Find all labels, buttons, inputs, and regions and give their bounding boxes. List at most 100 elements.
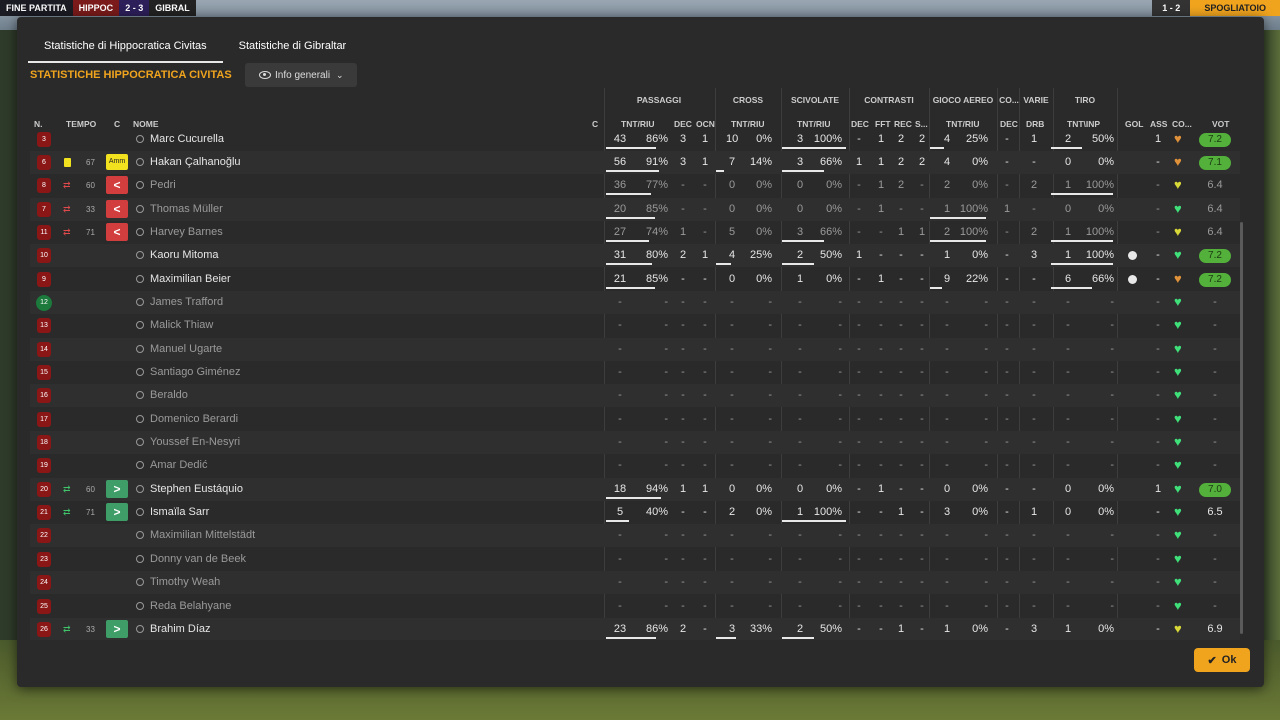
table-row[interactable]: 13 Malick Thiaw - - - - - - - - - - - - - - - - - - - ♥ - [30,314,1240,337]
table-row[interactable]: 18 Youssef En-Nesyri - - - - - - - - - - - - - - - - - - - ♥ - [30,431,1240,455]
sub-in-button[interactable]: > [106,503,128,522]
headers-won: - [984,366,988,378]
condition-heart-icon: ♥ [1174,364,1182,379]
player-name[interactable]: Ismaïla Sarr [150,501,209,524]
sub-out-button[interactable]: < [106,199,128,218]
player-name[interactable]: Youssef En-Nesyri [150,431,240,454]
cross-attempts: - [730,389,734,402]
column-header-c[interactable]: C [114,119,120,129]
key-passes: - [681,295,685,308]
player-name[interactable]: Timothy Weah [150,571,220,594]
chances-created: - [703,459,707,472]
shirt-number-badge: 19 [37,458,51,474]
column-header-con-fft[interactable]: FFT [875,119,891,129]
column-header-con-s[interactable]: S... [915,119,928,129]
table-row[interactable]: 7 ⇄ <33 Thomas Müller 20 85% - -0 0% 0 0% -1- -1 100%… [30,197,1240,221]
column-header-pass-dec[interactable]: DEC [674,119,692,129]
table-row[interactable]: 12 James Trafford - - - - - - - - - - - - - - - - - - - ♥ - [30,290,1240,314]
view-dropdown[interactable]: Info generali ⌄ [245,63,357,87]
table-row[interactable]: 20 ⇄ >60 Stephen Eustáquio 18 94% 1 1 0 0% 0 0% -1- -… [30,477,1240,501]
column-header-aereo-tnt[interactable]: TNT/RIU [946,119,980,129]
tab-home-stats[interactable]: Statistiche di Hippocratica Civitas [28,34,223,63]
column-header-con-rec[interactable]: REC [894,119,912,129]
table-row[interactable]: 15 Santiago Giménez - - - - - - - - - - - - - - - - - - - ♥ - [30,361,1240,384]
column-header-nome[interactable]: NOME [133,119,159,129]
ok-button[interactable]: ✔ Ok [1194,648,1250,672]
table-row[interactable]: 3 Marc Cucurella 43 86% 3 1 10 0% 3 100% -1 2 2 4 25% -… [30,130,1240,151]
column-header-co-dec[interactable]: DEC [1000,119,1018,129]
column-header-sciv-tnt[interactable]: TNT/RIU [797,119,831,129]
player-name[interactable]: Domenico Berardi [150,408,238,431]
table-row[interactable]: 16 Beraldo - - - - - - - - - - - - - - - - - - - ♥ - [30,384,1240,408]
dressing-room-button[interactable]: SPOGLIATOIO [1190,0,1280,16]
tab-away-stats[interactable]: Statistiche di Gibraltar [223,34,363,63]
column-header-tiro-tnt[interactable]: TNT\INP [1067,119,1100,129]
table-row[interactable]: 25 Reda Belahyane - - - - - - - - - - - - - - - - - - - ♥ - [30,595,1240,618]
table-row[interactable]: 6 Amm 67 Hakan Çalhanoğlu 56 91% 3 1 7 14% 3 66% 1 1 2… [30,150,1240,174]
player-name[interactable]: Hakan Çalhanoğlu [150,151,241,174]
table-row[interactable]: 10 Kaoru Mitoma 31 80% 2 1 4 25% 2 50% 1- - -1 0% -3 1 1… [30,244,1240,268]
player-name[interactable]: Beraldo [150,384,188,407]
sub-out-button[interactable]: < [106,176,128,195]
player-name[interactable]: Maximilian Beier [150,268,231,291]
player-name[interactable]: Donny van de Beek [150,548,246,571]
column-header-gol[interactable]: GOL [1125,119,1143,129]
tackle-attempts: - [798,436,802,449]
player-name[interactable]: Santiago Giménez [150,361,241,384]
column-header-con-dec[interactable]: DEC [851,119,869,129]
player-name[interactable]: James Trafford [150,291,223,314]
pass-attempts: - [618,319,622,332]
pass-completion-bar [606,263,652,266]
player-name[interactable]: Stephen Eustáquio [150,478,243,501]
table-row[interactable]: 8 ⇄ <60 Pedri 36 77% - -0 0% 0 0% -1 2-2 0% -2 1 100% - ♥ 6… [30,174,1240,197]
table-row[interactable]: 17 Domenico Berardi - - - - - - - - - - - - - - - - - - - ♥ - [30,408,1240,431]
table-scrollbar[interactable] [1240,222,1243,634]
headers-won: 0% [972,155,988,168]
column-header-c2[interactable]: C [592,119,598,129]
pass-attempts: - [618,436,622,449]
player-name[interactable]: Manuel Ugarte [150,338,222,361]
column-header-drb[interactable]: DRB [1026,119,1044,129]
sub-in-button[interactable]: > [106,619,128,638]
table-row[interactable]: 23 Donny van de Beek - - - - - - - - - - - - - - - - - - - ♥ - [30,548,1240,571]
sub-in-button[interactable]: > [106,479,128,498]
shirt-number-badge: 10 [37,248,51,264]
player-name[interactable]: Amar Dedić [150,454,207,477]
headers-attempted: - [945,319,949,332]
pass-completion: - [664,436,668,449]
column-header-n[interactable]: N. [34,119,43,129]
key-passes: 3 [679,155,687,168]
player-name[interactable]: Maximilian Mittelstädt [150,524,255,547]
column-header-ass[interactable]: ASS [1150,119,1167,129]
column-header-tempo[interactable]: TEMPO [66,119,96,129]
table-row[interactable]: 22 Maximilian Mittelstädt - - - - - - - - - - - - - - - -… [30,524,1240,548]
table-row[interactable]: 14 Manuel Ugarte - - - - - - - - - - - - - - - - - - - ♥ - [30,337,1240,361]
column-header-pass-ocn[interactable]: OCN [696,119,715,129]
cross-completion: - [768,599,772,612]
player-name[interactable]: Kaoru Mitoma [150,244,218,267]
match-rating: - [1213,529,1217,542]
table-row[interactable]: 21 ⇄ >71 Ismaïla Sarr 5 40% - -2 0% 1 100% - -1-3 0% -… [30,501,1240,524]
player-name[interactable]: Thomas Müller [150,198,223,221]
table-row[interactable]: 24 Timothy Weah - - - - - - - - - - - - - - - - - - - ♥ - [30,571,1240,595]
condition-heart-icon: ♥ [1174,550,1182,566]
table-row[interactable]: 11 ⇄ <71 Harvey Barnes 27 74% 1-5 0% 3 66% - -1 1 2 10… [30,221,1240,244]
sub-out-button[interactable]: < [106,222,128,241]
column-header-vot[interactable]: VOT [1212,119,1229,129]
column-header-pass-tnt[interactable]: TNT/RIU [621,119,655,129]
interceptions: 1 [855,155,863,168]
player-name[interactable]: Marc Cucurella [150,130,224,151]
cross-completion: - [768,552,772,565]
player-name[interactable]: Brahim Díaz [150,618,211,640]
player-name[interactable]: Reda Belahyane [150,595,231,618]
player-name[interactable]: Harvey Barnes [150,221,223,244]
table-row[interactable]: 9 Maximilian Beier 21 85% - -0 0% 1 0% -1- -9 22% - -… [30,268,1240,291]
table-row[interactable]: 26 ⇄ >33 Brahim Díaz 23 86% 2-3 33% 2 50% - -1-1 0% -… [30,617,1240,640]
player-name[interactable]: Malick Thiaw [150,314,213,337]
column-header-cross-tnt[interactable]: TNT/RIU [731,119,765,129]
key-passes: 2 [679,622,687,635]
column-header-cond[interactable]: CO... [1172,119,1192,129]
table-row[interactable]: 19 Amar Dedić - - - - - - - - - - - - - - - - - - - ♥ - [30,454,1240,477]
condition-heart-icon: ♥ [1174,410,1182,426]
player-name[interactable]: Pedri [150,174,176,197]
